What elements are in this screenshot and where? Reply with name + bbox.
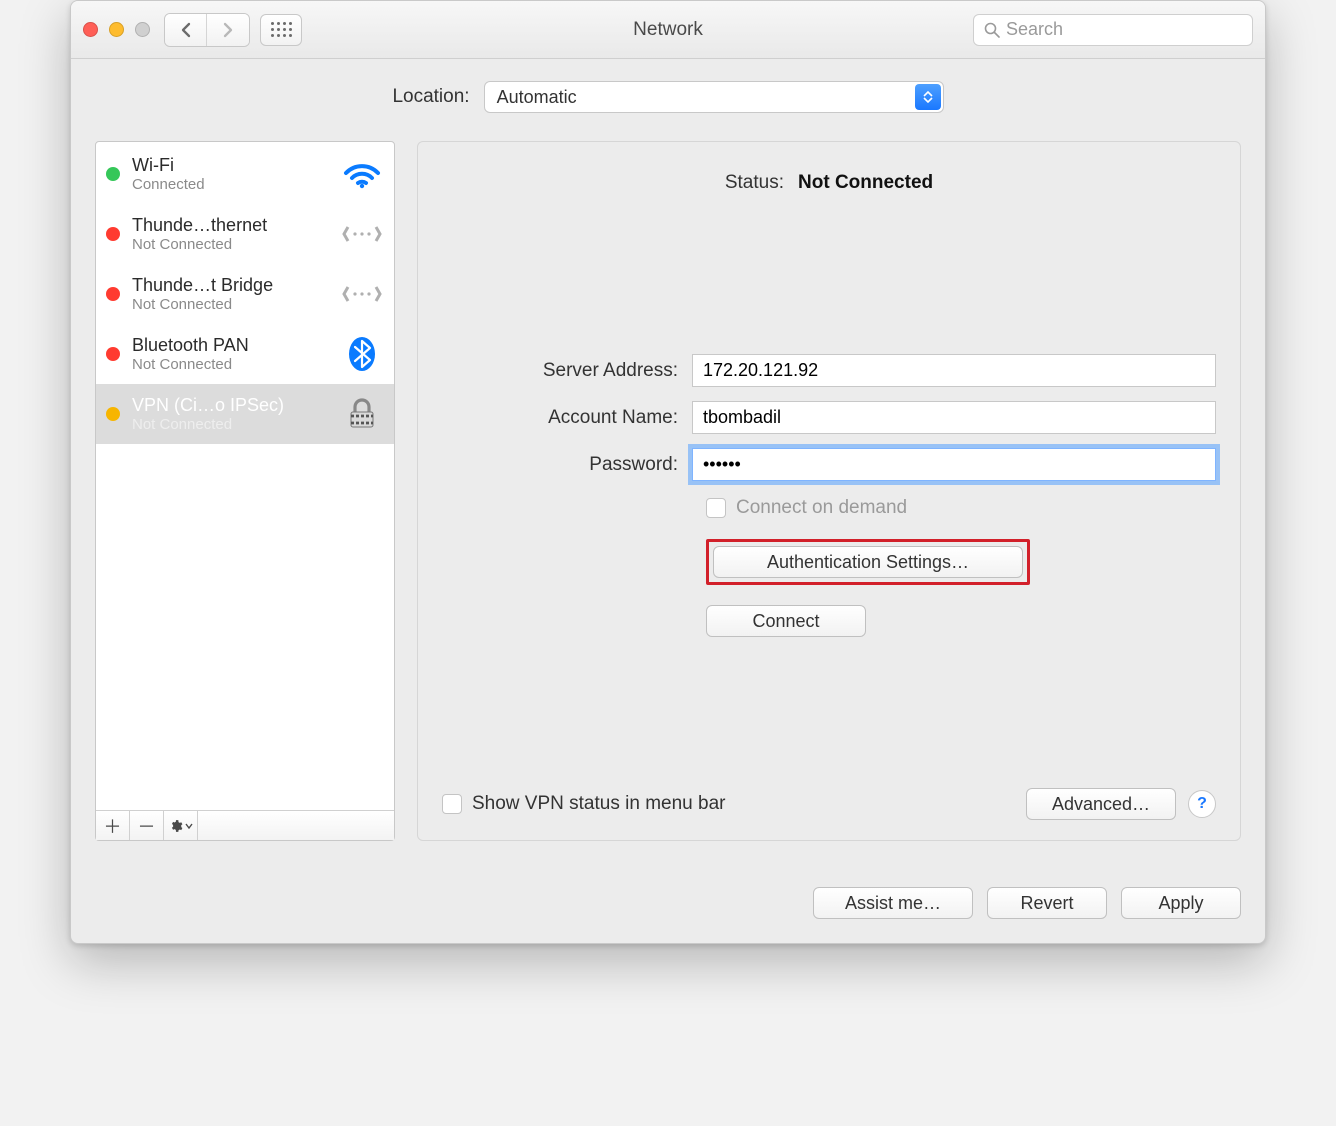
account-name-label: Account Name: bbox=[442, 407, 692, 429]
advanced-button[interactable]: Advanced… bbox=[1026, 788, 1176, 820]
chevron-left-icon bbox=[180, 22, 192, 38]
password-input[interactable] bbox=[692, 448, 1216, 481]
show-vpn-checkbox[interactable] bbox=[442, 794, 462, 814]
service-item-thunderbolt-ethernet[interactable]: Thunde…thernet Not Connected bbox=[96, 204, 394, 264]
search-icon bbox=[984, 22, 1000, 38]
status-label: Status: bbox=[725, 172, 784, 194]
vpn-lock-icon bbox=[342, 397, 382, 431]
service-actions-button[interactable] bbox=[164, 811, 198, 840]
service-status: Connected bbox=[132, 176, 330, 193]
service-item-bluetooth-pan[interactable]: Bluetooth PAN Not Connected bbox=[96, 324, 394, 384]
status-row: Status: Not Connected bbox=[442, 172, 1216, 194]
show-vpn-label: Show VPN status in menu bar bbox=[472, 793, 725, 815]
service-status: Not Connected bbox=[132, 296, 330, 313]
status-value: Not Connected bbox=[798, 172, 933, 194]
location-select[interactable]: Automatic bbox=[484, 81, 944, 113]
ethernet-icon bbox=[342, 217, 382, 251]
revert-button[interactable]: Revert bbox=[987, 887, 1107, 919]
status-dot-icon bbox=[106, 167, 120, 181]
bluetooth-icon bbox=[342, 337, 382, 371]
service-name: VPN (Ci…o IPSec) bbox=[132, 395, 330, 416]
window-controls bbox=[83, 22, 150, 37]
help-button[interactable]: ? bbox=[1188, 790, 1216, 818]
connect-button[interactable]: Connect bbox=[706, 605, 866, 637]
services-sidebar: Wi-Fi Connected Thunde…thernet Not Conne… bbox=[95, 141, 395, 841]
zoom-window-button bbox=[135, 22, 150, 37]
service-name: Wi-Fi bbox=[132, 155, 330, 176]
service-item-vpn[interactable]: VPN (Ci…o IPSec) Not Connected bbox=[96, 384, 394, 444]
location-label: Location: bbox=[392, 86, 469, 108]
service-name: Thunde…thernet bbox=[132, 215, 330, 236]
connect-on-demand-row: Connect on demand bbox=[706, 497, 1216, 519]
network-preferences-window: Network Search Location: Automatic bbox=[70, 0, 1266, 944]
location-row: Location: Automatic bbox=[95, 81, 1241, 113]
service-status: Not Connected bbox=[132, 356, 330, 373]
service-name: Bluetooth PAN bbox=[132, 335, 330, 356]
toolbar: Network Search bbox=[71, 1, 1265, 59]
authentication-settings-button[interactable]: Authentication Settings… bbox=[713, 546, 1023, 578]
ethernet-icon bbox=[342, 277, 382, 311]
back-button[interactable] bbox=[165, 14, 207, 46]
connect-on-demand-label: Connect on demand bbox=[736, 497, 907, 519]
nav-buttons bbox=[164, 13, 250, 47]
status-dot-icon bbox=[106, 347, 120, 361]
account-name-input[interactable] bbox=[692, 401, 1216, 434]
window-footer: Assist me… Revert Apply bbox=[71, 865, 1265, 943]
connect-on-demand-checkbox bbox=[706, 498, 726, 518]
service-detail-panel: Status: Not Connected Server Address: Ac… bbox=[417, 141, 1241, 841]
services-footer: ＋ － bbox=[96, 810, 394, 840]
chevron-down-icon bbox=[185, 823, 193, 829]
service-item-thunderbolt-bridge[interactable]: Thunde…t Bridge Not Connected bbox=[96, 264, 394, 324]
grid-icon bbox=[271, 22, 292, 37]
add-service-button[interactable]: ＋ bbox=[96, 811, 130, 840]
minimize-window-button[interactable] bbox=[109, 22, 124, 37]
status-dot-icon bbox=[106, 227, 120, 241]
close-window-button[interactable] bbox=[83, 22, 98, 37]
remove-service-button[interactable]: － bbox=[130, 811, 164, 840]
assist-me-button[interactable]: Assist me… bbox=[813, 887, 973, 919]
chevron-right-icon bbox=[222, 22, 234, 38]
detail-footer: Show VPN status in menu bar Advanced… ? bbox=[442, 788, 1216, 820]
status-dot-icon bbox=[106, 287, 120, 301]
service-item-wifi[interactable]: Wi-Fi Connected bbox=[96, 144, 394, 204]
service-name: Thunde…t Bridge bbox=[132, 275, 330, 296]
services-list: Wi-Fi Connected Thunde…thernet Not Conne… bbox=[96, 142, 394, 810]
apply-button[interactable]: Apply bbox=[1121, 887, 1241, 919]
search-placeholder: Search bbox=[1006, 19, 1063, 40]
password-label: Password: bbox=[442, 454, 692, 476]
service-status: Not Connected bbox=[132, 416, 330, 433]
wifi-icon bbox=[342, 157, 382, 191]
service-status: Not Connected bbox=[132, 236, 330, 253]
auth-settings-highlight: Authentication Settings… bbox=[706, 539, 1030, 585]
status-dot-icon bbox=[106, 407, 120, 421]
search-field[interactable]: Search bbox=[973, 14, 1253, 46]
select-arrows-icon bbox=[915, 84, 941, 110]
server-address-input[interactable] bbox=[692, 354, 1216, 387]
gear-icon bbox=[169, 819, 183, 833]
forward-button[interactable] bbox=[207, 14, 249, 46]
show-all-button[interactable] bbox=[260, 14, 302, 46]
location-value: Automatic bbox=[497, 87, 577, 108]
server-address-label: Server Address: bbox=[442, 360, 692, 382]
